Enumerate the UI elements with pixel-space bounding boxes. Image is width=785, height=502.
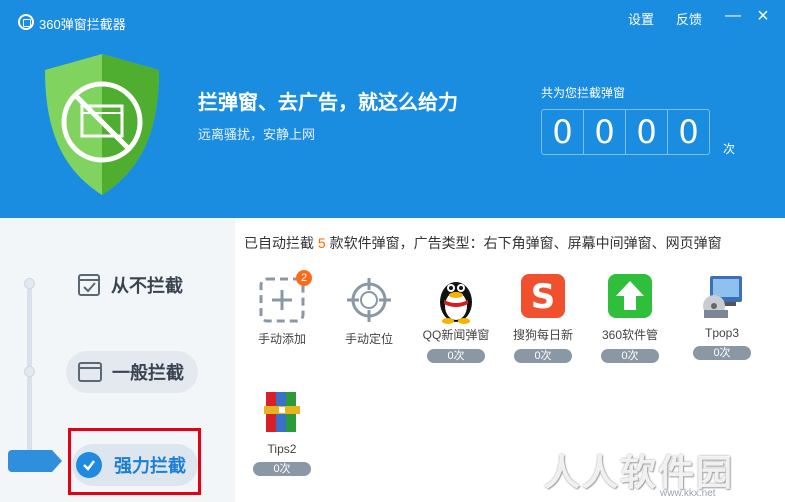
app-tpop3[interactable]: Tpop3 0次 xyxy=(682,272,762,360)
slider-stop[interactable] xyxy=(24,278,35,289)
app-qq-news[interactable]: QQ新闻弹窗 0次 xyxy=(416,272,496,363)
block-counter: 0 0 0 0 xyxy=(541,109,710,155)
block-count-pill: 0次 xyxy=(427,349,485,363)
mode-never-label: 从不拦截 xyxy=(111,276,183,296)
shield-block-icon xyxy=(45,54,159,195)
block-count-pill: 0次 xyxy=(601,349,659,363)
window-icon xyxy=(78,362,102,382)
counter-digit: 0 xyxy=(542,110,584,154)
installer-icon xyxy=(698,272,746,320)
checkbox-window-icon xyxy=(78,274,100,296)
mode-never-block[interactable]: 从不拦截 xyxy=(77,272,183,298)
blocked-summary: 已自动拦截 5 款软件弹窗，广告类型：右下角弹窗、屏幕中间弹窗、网页弹窗 xyxy=(244,233,722,253)
app-name: 搜狗每日新 xyxy=(512,328,573,342)
slider-stop[interactable] xyxy=(24,366,35,377)
minimize-button[interactable]: — xyxy=(722,6,744,28)
block-count-pill: 0次 xyxy=(253,462,311,476)
mode-slider-thumb[interactable] xyxy=(8,450,62,472)
app-title: 360弹窗拦截器 xyxy=(39,17,126,32)
add-dashed-icon: 2 xyxy=(258,270,312,324)
app-name: 手动定位 xyxy=(344,332,393,346)
crosshair-icon xyxy=(345,276,393,324)
counter-digit: 0 xyxy=(584,110,626,154)
counter-digit: 0 xyxy=(626,110,668,154)
summary-suffix: 款软件弹窗，广告类型：右下角弹窗、屏幕中间弹窗、网页弹窗 xyxy=(329,235,722,251)
winrar-books-icon xyxy=(258,388,306,436)
app-tips2[interactable]: Tips2 0次 xyxy=(242,388,322,476)
slogan-heading: 拦弹窗、去广告，就这么给力 xyxy=(198,92,458,114)
block-count-pill: 0次 xyxy=(693,346,751,360)
blocked-count: 5 xyxy=(317,235,326,251)
watermark-url: www.kkx.net xyxy=(660,488,716,499)
360-upload-icon xyxy=(606,272,654,320)
mode-normal-label: 一般拦截 xyxy=(112,363,184,383)
feedback-link[interactable]: 反馈 xyxy=(676,9,702,28)
counter-digit: 0 xyxy=(678,113,699,151)
qq-penguin-icon xyxy=(432,272,480,324)
app-manual-locate[interactable]: 手动定位 xyxy=(329,276,409,347)
app-name: Tpop3 xyxy=(704,326,740,340)
app-manual-add[interactable]: 2 手动添加 xyxy=(242,270,322,347)
sogou-icon: S xyxy=(519,272,567,320)
app-name: QQ新闻弹窗 xyxy=(422,328,490,342)
app-name: Tips2 xyxy=(267,442,297,456)
count-badge: 2 xyxy=(296,270,312,286)
app-name: 手动添加 xyxy=(257,332,306,346)
selection-highlight xyxy=(68,428,201,495)
settings-link[interactable]: 设置 xyxy=(628,9,654,28)
block-count-pill: 0次 xyxy=(514,349,572,363)
title-bar: 360弹窗拦截器 设置 反馈 — × xyxy=(0,0,785,34)
counter-unit: 次 xyxy=(723,142,736,156)
summary-prefix: 已自动拦截 xyxy=(244,235,314,251)
close-button[interactable]: × xyxy=(752,6,774,28)
header-banner: 360弹窗拦截器 设置 反馈 — × 拦弹窗、去广告，就这么给力 远离骚扰，安静… xyxy=(0,0,785,218)
slogan-subtitle: 远离骚扰，安静上网 xyxy=(198,127,316,142)
app-360-softmgr[interactable]: 360软件管 0次 xyxy=(590,272,670,363)
svg-text:S: S xyxy=(531,277,556,317)
counter-label: 共为您拦截弹窗 xyxy=(541,86,626,100)
mode-normal-block[interactable]: 一般拦截 xyxy=(66,351,198,393)
app-sogou[interactable]: S 搜狗每日新 0次 xyxy=(503,272,583,363)
app-name: 360软件管 xyxy=(601,328,659,342)
app-logo-icon xyxy=(18,14,34,30)
